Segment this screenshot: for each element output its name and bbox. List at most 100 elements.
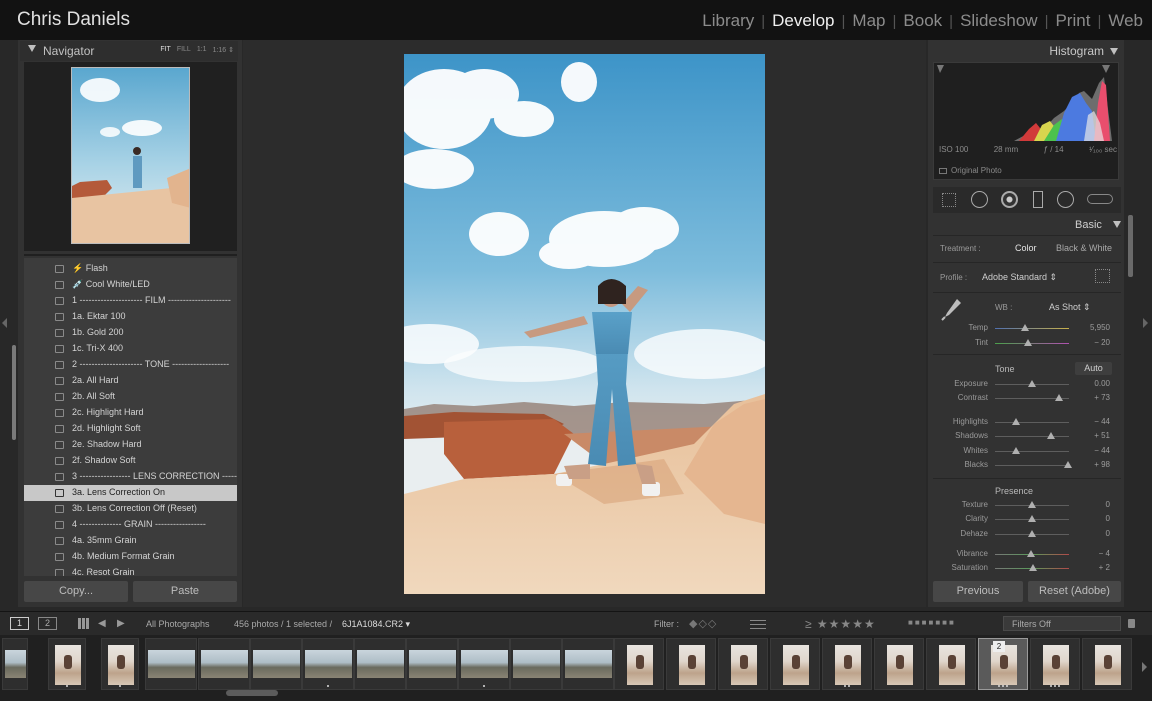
filmstrip-thumbnail[interactable] [198,638,250,690]
slider-track-whites[interactable] [995,451,1069,452]
original-photo-toggle[interactable]: Original Photo [939,166,1002,175]
zoom-fit[interactable]: FIT [160,46,171,54]
right-panel-scrollbar[interactable] [1128,215,1133,277]
previous-button[interactable]: Previous [933,581,1023,602]
filmstrip-thumbnail[interactable] [926,638,976,690]
graduated-filter-icon[interactable] [1033,191,1043,208]
left-panel-toggle-icon[interactable] [2,318,7,328]
spot-removal-icon[interactable] [971,191,988,208]
slider-handle-highlights[interactable] [1011,418,1020,425]
slider-value-texture[interactable]: 0 [1076,500,1110,509]
preset-item[interactable]: 4 -------------- GRAIN ----------------- [24,517,237,533]
collapse-triangle-icon[interactable] [28,45,36,52]
filmstrip-thumbnail[interactable] [101,638,139,690]
filmstrip-thumbnail[interactable] [510,638,562,690]
slider-handle-exposure[interactable] [1028,380,1036,387]
red-eye-icon[interactable] [1001,191,1018,208]
left-edge-scrollbar[interactable] [12,345,16,440]
slider-handle-whites[interactable] [1011,447,1020,454]
preset-item-selected[interactable]: 3a. Lens Correction On [24,485,237,501]
preset-item[interactable]: 2 --------------------- TONE -----------… [24,357,237,373]
filmstrip-scrollbar[interactable] [226,690,278,696]
navigator-header[interactable]: Navigator FIT FILL 1:1 1:16 ⇕ [20,41,238,61]
treatment-bw-option[interactable]: Black & White [1056,243,1112,253]
filmstrip-thumbnail[interactable] [822,638,872,690]
preset-item[interactable]: 💉 Cool White/LED [24,277,237,293]
secondary-display-button[interactable]: 2 [38,617,57,630]
wb-eyedropper-icon[interactable] [941,297,963,321]
slider-track-shadows[interactable] [995,436,1069,437]
module-library[interactable]: Library [695,11,761,31]
module-book[interactable]: Book [896,11,949,31]
filmstrip-thumbnail[interactable] [354,638,406,690]
right-panel-toggle-icon[interactable] [1143,318,1148,328]
crop-overlay-icon[interactable] [942,193,956,207]
slider-value-temp[interactable]: 5,950 [1076,323,1110,332]
filmstrip-thumbnail[interactable] [406,638,458,690]
navigator-thumbnail[interactable] [71,67,190,244]
profile-browser-icon[interactable] [1095,269,1110,283]
filters-dropdown[interactable]: Filters Off [1003,616,1121,631]
zoom-1-16[interactable]: 1:16 ⇕ [213,46,234,54]
slider-track-blacks[interactable] [995,465,1069,466]
checkbox-icon[interactable] [939,167,947,174]
source-label[interactable]: All Photographs [146,619,210,629]
wb-dropdown[interactable]: As Shot ⇕ [1049,302,1091,313]
slider-handle-saturation[interactable] [1028,564,1037,571]
filmstrip-thumbnail[interactable] [562,638,614,690]
collapse-triangle-icon[interactable] [1112,221,1121,228]
module-develop[interactable]: Develop [765,11,841,31]
preset-item[interactable]: 4b. Medium Format Grain [24,549,237,565]
preset-item[interactable]: 3 ----------------- LENS CORRECTION ----… [24,469,237,485]
zoom-fill[interactable]: FILL [177,46,191,54]
slider-value-clarity[interactable]: 0 [1076,514,1110,523]
slider-handle-texture[interactable] [1028,501,1036,508]
filmstrip-thumbnail[interactable] [614,638,664,690]
slider-handle-dehaze[interactable] [1028,530,1036,537]
paste-button[interactable]: Paste [133,581,237,602]
slider-handle-vibrance[interactable] [1026,550,1035,557]
slider-handle-shadows[interactable] [1046,432,1055,439]
filmstrip-thumbnail[interactable] [666,638,716,690]
slider-handle-clarity[interactable] [1028,515,1036,522]
tone-auto-button[interactable]: Auto [1075,362,1112,375]
preset-item[interactable]: 4c. Resot Grain [24,565,237,576]
basic-panel-header[interactable]: Basic [1075,219,1121,231]
module-web[interactable]: Web [1101,11,1150,31]
preset-item[interactable]: 1a. Ektar 100 [24,309,237,325]
slider-value-exposure[interactable]: 0.00 [1076,379,1110,388]
color-label-filter[interactable]: ■■■■■■■ [908,618,956,627]
back-arrow-icon[interactable]: ◀ [98,618,106,629]
slider-handle-temp[interactable] [1020,324,1029,331]
preset-item[interactable]: 2f. Shadow Soft [24,453,237,469]
main-photo[interactable] [404,54,765,594]
preset-item[interactable]: 1b. Gold 200 [24,325,237,341]
preset-item[interactable]: 2b. All Soft [24,389,237,405]
preset-item[interactable]: 4a. 35mm Grain [24,533,237,549]
slider-track-highlights[interactable] [995,422,1069,423]
filmstrip-thumbnail[interactable] [718,638,768,690]
filmstrip-thumbnail[interactable] [302,638,354,690]
histogram-header[interactable]: Histogram [930,42,1120,60]
preset-item[interactable]: 1c. Tri-X 400 [24,341,237,357]
slider-handle-contrast[interactable] [1054,394,1063,401]
module-slideshow[interactable]: Slideshow [953,11,1045,31]
filmstrip-thumbnail[interactable] [770,638,820,690]
lock-filter-icon[interactable] [1128,619,1135,628]
collapse-triangle-icon[interactable] [1110,48,1118,55]
filmstrip-thumbnail-selected[interactable]: 2 [978,638,1028,690]
preset-item[interactable]: 2a. All Hard [24,373,237,389]
preset-item[interactable]: 2d. Highlight Soft [24,421,237,437]
filmstrip-thumbnail[interactable] [250,638,302,690]
forward-arrow-icon[interactable]: ▶ [117,618,125,629]
rating-filter-stars[interactable]: ≥ ★★★★★ [805,617,876,631]
filmstrip-scroll-right-icon[interactable] [1142,662,1147,672]
filmstrip-thumbnail[interactable] [874,638,924,690]
module-print[interactable]: Print [1048,11,1097,31]
slider-value-dehaze[interactable]: 0 [1076,529,1110,538]
slider-value-vibrance[interactable]: − 4 [1076,549,1110,558]
filmstrip-thumbnail[interactable] [458,638,510,690]
radial-filter-icon[interactable] [1057,191,1074,208]
slider-value-tint[interactable]: − 20 [1076,338,1110,347]
flag-filter-icons[interactable]: ◆◇◇ [689,617,717,630]
